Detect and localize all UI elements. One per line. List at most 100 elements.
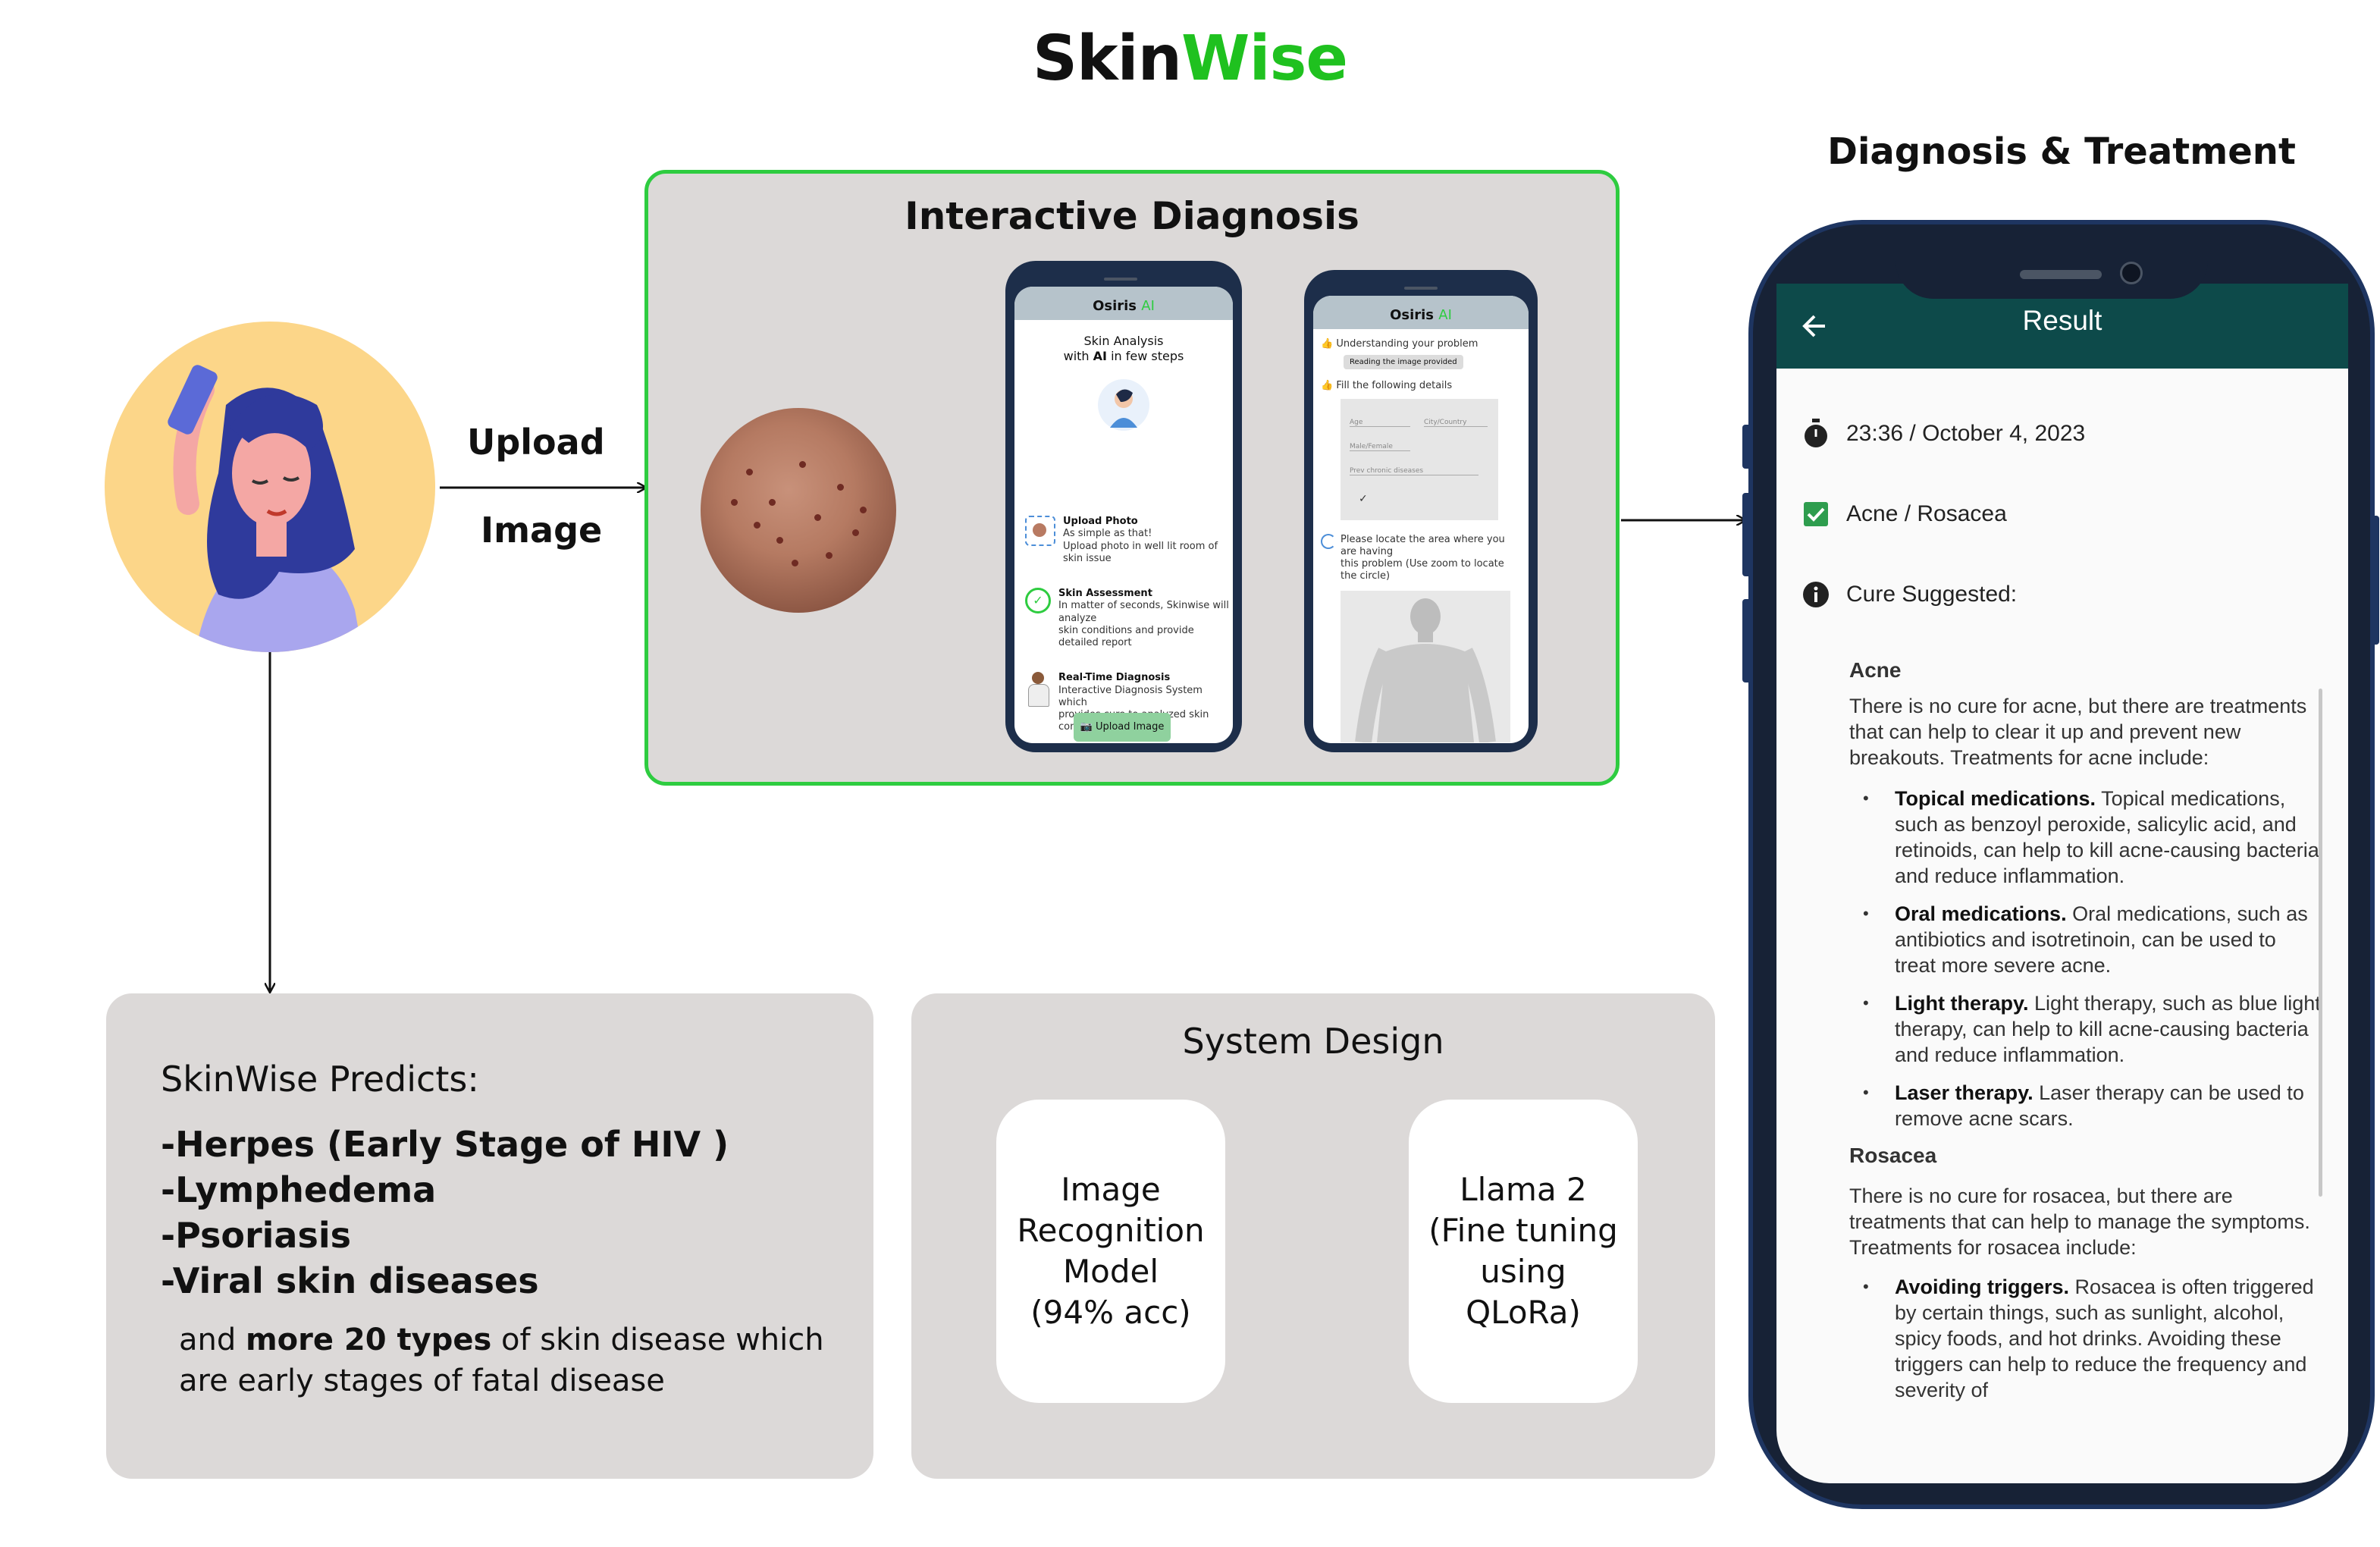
treatment-name: Oral medications.: [1895, 902, 2067, 925]
form-check-icon: ✓: [1359, 492, 1368, 505]
rosacea-intro: There is no cure for rosacea, but there …: [1849, 1185, 2310, 1259]
predicts-note: and more 20 types of skin disease which …: [179, 1320, 846, 1401]
condition-row: Acne / Rosacea: [1802, 500, 2007, 528]
step2-desc1: In matter of seconds, Skinwise will anal…: [1058, 600, 1229, 624]
acne-treatment-item: Laser therapy. Laser therapy can be used…: [1849, 1080, 2321, 1131]
acne-skin-photo: [701, 408, 896, 613]
city-field[interactable]: City/Country: [1424, 419, 1488, 427]
phone1-brand: Osiris: [1093, 298, 1137, 314]
age-field[interactable]: Age: [1350, 419, 1410, 427]
phone1-steps: Upload Photo As simple as that! Upload pho…: [1025, 516, 1230, 734]
phone-mute-switch: [1742, 425, 1751, 469]
condition-text: Acne / Rosacea: [1846, 501, 2007, 526]
prev-diseases-field[interactable]: Prev chronic diseases: [1350, 467, 1478, 475]
headline2-ai: AI: [1093, 349, 1107, 363]
step1-title: Upload Photo: [1063, 516, 1138, 527]
result-screen: Result 23:36 / October 4, 2023 Acne / Ro…: [1776, 284, 2348, 1483]
phone2-brand: Osiris: [1390, 307, 1435, 323]
thumbs-up-icon-2: 👍: [1321, 380, 1334, 392]
understanding-text: Understanding your problem: [1336, 338, 1478, 350]
predict-item: -Viral skin diseases: [161, 1260, 539, 1301]
llama2-model-box: Llama 2 (Fine tuning using QLoRa): [1409, 1100, 1638, 1403]
phone2-header: Osiris AI: [1313, 296, 1529, 329]
step1-desc2: Upload photo in well lit room of skin is…: [1063, 540, 1218, 564]
thumbs-up-icon: 👍: [1321, 338, 1334, 350]
upload-photo-icon: [1025, 516, 1055, 546]
phone-camera: [2120, 262, 2143, 284]
info-icon: [1803, 582, 1829, 607]
phone2-brand-ai: AI: [1438, 307, 1452, 323]
app-phone-details-screen: Osiris AI 👍 Understanding your problem R…: [1304, 270, 1538, 752]
system-design-title: System Design: [1182, 1021, 1444, 1062]
phone-power-button: [2370, 516, 2379, 645]
phone-notch: [1896, 228, 2208, 299]
doctor-icon: [1025, 672, 1051, 708]
timestamp-row: 23:36 / October 4, 2023: [1802, 419, 2085, 449]
rosacea-treatments: Avoiding triggers. Rosacea is often trig…: [1849, 1274, 2321, 1403]
phone-volume-up: [1742, 493, 1751, 576]
note-pre: and: [179, 1323, 246, 1357]
acne-heading: Acne: [1849, 658, 1902, 682]
app-phone-upload-screen: Osiris AI Skin Analysis with AI in few s…: [1005, 261, 1242, 752]
locate-text-1: Please locate the area where you are hav…: [1341, 533, 1505, 557]
box1-line: Model: [1062, 1253, 1159, 1290]
rosacea-heading: Rosacea: [1849, 1144, 1937, 1167]
assessment-check-icon: ✓: [1025, 588, 1051, 613]
box1-line: Image: [1061, 1171, 1161, 1208]
rosacea-treatment-item: Avoiding triggers. Rosacea is often trig…: [1849, 1274, 2321, 1403]
fill-details-text: Fill the following details: [1336, 380, 1453, 392]
step-upload-photo: Upload Photo As simple as that! Upload pho…: [1025, 516, 1230, 565]
gender-field[interactable]: Male/Female: [1350, 443, 1410, 451]
acne-treatments: Topical medications. Topical medications…: [1849, 786, 2321, 1131]
step2-title: Skin Assessment: [1058, 588, 1152, 599]
box1-line: Recognition: [1017, 1212, 1205, 1249]
box2-line: (Fine tuning: [1428, 1212, 1618, 1249]
headline2-pre: with: [1063, 349, 1093, 363]
phone-speaker: [2020, 270, 2102, 279]
step1-desc1: As simple as that!: [1063, 528, 1152, 540]
box2-line: QLoRa): [1466, 1294, 1581, 1331]
phone1-headline1: Skin Analysis: [1083, 334, 1164, 348]
locate-row: Please locate the area where you are hav…: [1321, 533, 1521, 583]
note-bold: more 20 types: [245, 1323, 492, 1357]
cure-suggested-label: Cure Suggested:: [1846, 582, 2018, 607]
image-recognition-model-box: Image Recognition Model (94% acc): [996, 1100, 1225, 1403]
reading-image-chip: Reading the image provided: [1344, 355, 1463, 370]
treatment-name: Avoiding triggers.: [1895, 1276, 2070, 1298]
result-screen-title: Result: [2022, 305, 2102, 336]
timestamp-text: 23:36 / October 4, 2023: [1846, 421, 2086, 446]
predict-item: -Psoriasis: [161, 1215, 352, 1256]
treatment-name: Topical medications.: [1895, 787, 2096, 810]
phone1-headline2: with AI in few steps: [1014, 349, 1233, 364]
camera-icon: 📷: [1080, 721, 1093, 733]
fill-details-row: 👍 Fill the following details: [1321, 380, 1521, 392]
result-scrollbar[interactable]: [2319, 689, 2322, 1197]
step2-desc2: skin conditions and provide detailed rep…: [1058, 624, 1194, 648]
acne-treatment-item: Topical medications. Topical medications…: [1849, 786, 2321, 889]
headline2-post: in few steps: [1107, 349, 1184, 363]
upload-image-button[interactable]: 📷 Upload Image: [1074, 713, 1171, 742]
loading-spinner-icon: [1321, 533, 1336, 549]
predict-item: -Lymphedema: [161, 1169, 437, 1210]
stopwatch-icon: [1805, 419, 1827, 447]
user-selfie-illustration: [105, 322, 435, 652]
box2-line: using: [1480, 1253, 1566, 1290]
body-model-locator[interactable]: [1341, 590, 1510, 742]
cure-content: Acne There is no cure for acne, but ther…: [1849, 658, 2321, 1415]
upload-label-line1: Upload: [467, 422, 605, 463]
diagnosis-treatment-title: Diagnosis & Treatment: [1827, 130, 2296, 173]
interactive-diagnosis-title: Interactive Diagnosis: [905, 194, 1359, 238]
phone1-header: Osiris AI: [1014, 287, 1233, 320]
step-skin-assessment: ✓ Skin Assessment In matter of seconds, S…: [1025, 588, 1230, 649]
understanding-row: 👍 Understanding your problem: [1321, 338, 1521, 350]
box2-line: Llama 2: [1460, 1171, 1587, 1208]
box1-line: (94% acc): [1030, 1294, 1191, 1331]
step3-title: Real-Time Diagnosis: [1058, 672, 1171, 684]
predict-item: -Herpes (Early Stage of HIV ): [161, 1124, 729, 1165]
acne-treatment-item: Oral medications. Oral medications, such…: [1849, 901, 2321, 978]
treatment-name: Laser therapy.: [1895, 1081, 2034, 1104]
treatment-name: Light therapy.: [1895, 992, 2029, 1015]
upload-image-button-label: Upload Image: [1095, 721, 1165, 733]
acne-intro: There is no cure for acne, but there are…: [1849, 695, 2307, 769]
details-form: Age City/Country Male/Female Prev chroni…: [1341, 398, 1498, 520]
